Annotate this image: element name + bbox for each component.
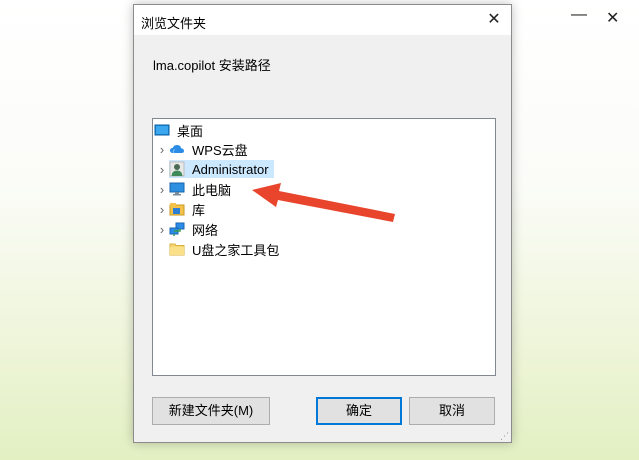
tree-item-label: 此电脑 [192,182,232,198]
computer-icon [169,182,185,196]
close-button[interactable]: ✕ [477,5,511,35]
tree-item-label: 库 [192,202,206,218]
chevron-right-icon[interactable]: › [155,222,169,237]
title-bar: 浏览文件夹 ✕ [134,5,511,35]
tree-item-library[interactable]: › 库 [155,200,208,218]
dialog-title: 浏览文件夹 [141,16,207,31]
desktop-icon [154,124,170,136]
cloud-icon [170,145,184,154]
cancel-button[interactable]: 取消 [409,397,495,425]
tree-item-label: WPS云盘 [192,142,248,158]
user-icon [169,161,185,177]
tree-item-label: 网络 [192,222,219,238]
new-folder-button[interactable]: 新建文件夹(M) [152,397,270,425]
library-icon [169,203,185,216]
tree-item-label: Administrator [192,161,269,177]
tree-item-label: U盘之家工具包 [192,242,280,258]
tree-item-wps-cloud[interactable]: › WPS云盘 [155,140,251,158]
selection-highlight: Administrator [169,160,274,178]
tree-item-this-pc[interactable]: › 此电脑 [155,180,234,198]
tree-item-network[interactable]: › 网络 [155,220,221,238]
tree-item-administrator[interactable]: › Administrator [155,160,274,178]
tree-item-label: 桌面 [177,123,204,139]
tree-item-udisk-toolkit[interactable]: U盘之家工具包 [169,240,282,258]
ok-button[interactable]: 确定 [316,397,402,425]
background-minimize-button[interactable]: — [571,6,587,24]
folder-tree[interactable]: 桌面 › WPS云盘 › Administrator › 此电脑 › 库 › 网… [152,118,496,376]
browse-folder-dialog: 浏览文件夹 ✕ lma.copilot 安装路径 桌面 › WPS云盘 › Ad… [133,4,512,443]
tree-item-desktop[interactable]: 桌面 [154,121,206,139]
chevron-right-icon[interactable]: › [155,142,169,157]
chevron-right-icon[interactable]: › [155,182,169,197]
resize-grip[interactable]: ⋰ [500,432,509,441]
network-icon [169,222,185,236]
chevron-right-icon[interactable]: › [155,202,169,217]
background-close-button[interactable]: ✕ [606,8,619,28]
folder-icon [169,243,185,256]
chevron-right-icon[interactable]: › [155,162,169,177]
dialog-prompt: lma.copilot 安装路径 [153,58,271,73]
